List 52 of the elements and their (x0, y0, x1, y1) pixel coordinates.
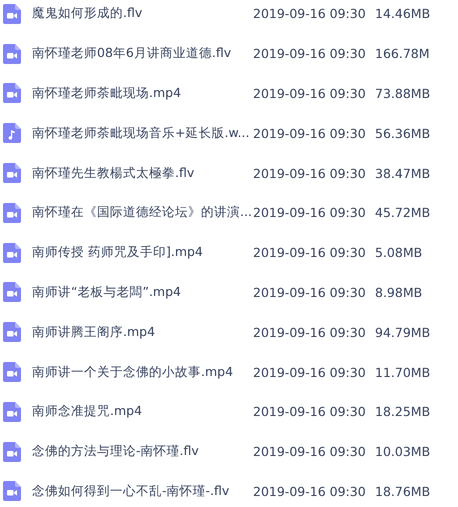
video-file-icon (3, 282, 21, 302)
file-size: 8.98MB (375, 284, 422, 300)
file-name[interactable]: 南师讲腾王阁序.mp4 (32, 324, 156, 341)
file-size: 14.46MB (375, 6, 430, 22)
video-file-icon (3, 481, 21, 502)
file-name[interactable]: 南怀瑾老师荼毗现场音乐+延长版.w... (32, 124, 250, 142)
video-file-icon (3, 362, 21, 382)
file-size: 56.36MB (375, 126, 430, 141)
file-name[interactable]: 南怀瑾老师荼毗现场.mp4 (32, 84, 182, 102)
modified-date: 2019-09-16 09:30 (253, 166, 366, 181)
file-size: 38.47MB (375, 166, 430, 181)
modified-date: 2019-09-16 09:30 (253, 444, 366, 460)
video-file-icon (3, 4, 21, 24)
video-file-icon (3, 442, 21, 462)
file-name[interactable]: 南怀瑾先生教楊式太極拳.flv (32, 164, 194, 182)
modified-date: 2019-09-16 09:30 (253, 245, 366, 260)
file-name[interactable]: 南师念准提咒.mp4 (32, 403, 142, 420)
modified-date: 2019-09-16 09:30 (253, 284, 366, 300)
file-size: 18.76MB (375, 484, 430, 499)
modified-date: 2019-09-16 09:30 (253, 86, 366, 101)
modified-date: 2019-09-16 09:30 (253, 6, 366, 22)
video-file-icon (3, 83, 21, 104)
file-size: 73.88MB (375, 86, 430, 101)
modified-date: 2019-09-16 09:30 (253, 324, 366, 340)
file-name[interactable]: 魔鬼如何形成的.flv (32, 5, 142, 22)
file-size: 10.03MB (375, 444, 430, 460)
music-file-icon (3, 123, 21, 144)
modified-date: 2019-09-16 09:30 (253, 404, 366, 420)
file-size: 18.25MB (375, 404, 430, 420)
file-size: 94.79MB (375, 324, 430, 340)
file-size: 11.70MB (375, 364, 430, 380)
modified-date: 2019-09-16 09:30 (253, 46, 366, 62)
modified-date: 2019-09-16 09:30 (253, 126, 366, 141)
video-file-icon (3, 202, 21, 223)
video-file-icon (3, 322, 21, 342)
file-name[interactable]: 南师传授 药师咒及手印].mp4 (32, 244, 203, 262)
file-size: 5.08MB (375, 245, 422, 260)
modified-date: 2019-09-16 09:30 (253, 205, 366, 220)
file-name[interactable]: 南师讲一个关于念佛的小故事.mp4 (32, 364, 234, 381)
file-size: 166.78M (375, 46, 430, 62)
file-name[interactable]: 念佛的方法与理论-南怀瑾.flv (32, 443, 199, 460)
video-file-icon (3, 163, 21, 184)
file-name[interactable]: 南怀瑾老师08年6月讲商业道德.flv (32, 45, 232, 62)
video-file-icon (3, 402, 21, 422)
file-size: 45.72MB (375, 205, 430, 220)
modified-date: 2019-09-16 09:30 (253, 364, 366, 380)
file-name[interactable]: 念佛如何得到一心不乱-南怀瑾-.flv (32, 482, 230, 500)
video-file-icon (3, 242, 21, 263)
file-name[interactable]: 南怀瑾在《国际道德经论坛》的讲演... (32, 204, 252, 222)
video-file-icon (3, 44, 21, 64)
file-name[interactable]: 南师讲“老板与老闆”.mp4 (32, 284, 181, 301)
modified-date: 2019-09-16 09:30 (253, 484, 366, 499)
